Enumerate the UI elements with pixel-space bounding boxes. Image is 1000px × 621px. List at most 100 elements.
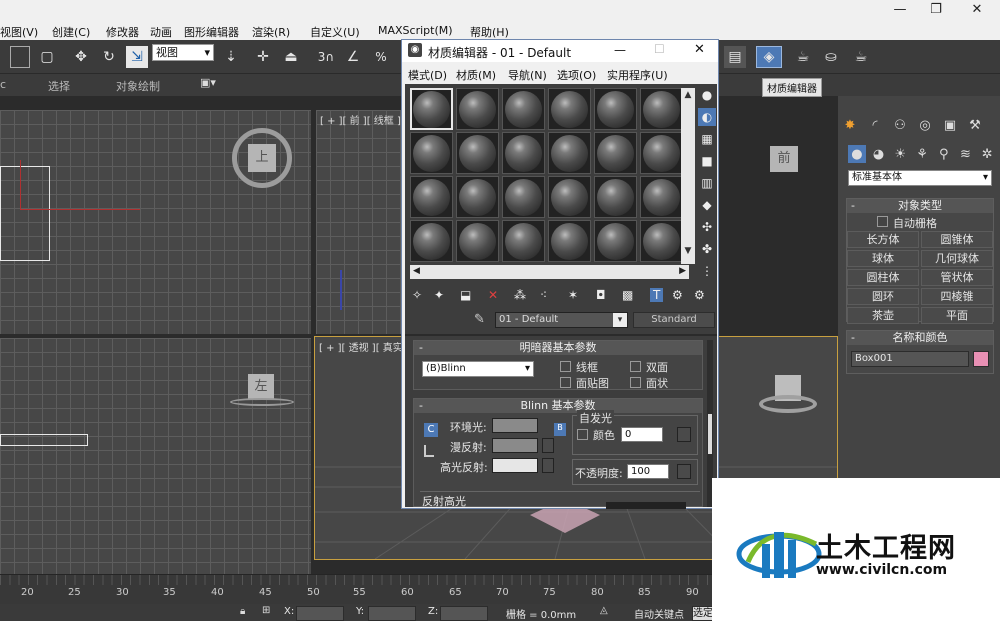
menu-graph-editors[interactable]: 图形编辑器 xyxy=(184,24,239,40)
sample-type-icon[interactable]: ● xyxy=(698,86,716,104)
sample-slot[interactable] xyxy=(594,88,637,130)
rotate-icon[interactable]: ↻ xyxy=(98,46,120,68)
material-id-channel-icon[interactable]: ◘ xyxy=(596,288,606,302)
percent-snap-icon[interactable]: % xyxy=(370,46,392,68)
absolute-mode-icon[interactable]: ⊞ xyxy=(262,605,270,616)
sample-slot[interactable] xyxy=(456,132,499,174)
reference-coord-select[interactable]: 视图 ▾ xyxy=(152,44,214,61)
background-icon[interactable]: ▦ xyxy=(698,130,716,148)
maximize-button[interactable]: ❐ xyxy=(925,2,947,20)
move-icon[interactable]: ✥ xyxy=(70,46,92,68)
menu-utilities[interactable]: 实用程序(U) xyxy=(607,67,668,83)
viewport-front-label[interactable]: [ + ][ 前 ][ 线框 ] xyxy=(320,112,401,127)
ambient-swatch[interactable] xyxy=(492,418,538,433)
diffuse-swatch[interactable] xyxy=(492,438,538,453)
material-editor-icon[interactable]: ◈ xyxy=(756,46,782,68)
menu-modes[interactable]: 模式(D) xyxy=(408,67,447,83)
spacewarps-icon[interactable]: ≋ xyxy=(957,145,975,163)
curve-editor-icon[interactable]: ▤ xyxy=(724,46,746,68)
slots-hscrollbar[interactable]: ◀ ▶ xyxy=(410,265,689,279)
helpers-icon[interactable]: ⚲ xyxy=(935,145,953,163)
video-color-check-icon[interactable]: ▥ xyxy=(698,174,716,192)
faceted-checkbox[interactable] xyxy=(630,377,641,388)
menu-navigation[interactable]: 导航(N) xyxy=(508,67,547,83)
viewcube-front[interactable]: 前 xyxy=(770,146,798,172)
sample-slot[interactable] xyxy=(640,176,683,218)
name-color-header[interactable]: - 名称和颜色 xyxy=(847,331,993,345)
render-setup-icon[interactable]: ☕ xyxy=(792,46,814,68)
lock-ambient-diffuse-icon[interactable]: C xyxy=(424,423,438,437)
create-tab-icon[interactable]: ✸ xyxy=(840,116,860,134)
shapes-icon[interactable]: ◕ xyxy=(870,145,888,163)
select-region-icon[interactable] xyxy=(10,46,30,68)
options-icon[interactable]: ✣ xyxy=(698,218,716,236)
get-material-icon[interactable]: ✧ xyxy=(412,288,422,302)
sample-slot[interactable] xyxy=(456,176,499,218)
sample-slot[interactable] xyxy=(502,88,545,130)
modify-tab-icon[interactable]: ◜ xyxy=(865,116,885,134)
sample-slot[interactable] xyxy=(548,88,591,130)
shader-select[interactable]: (B)Blinn ▾ xyxy=(422,361,534,377)
sample-slot[interactable] xyxy=(548,176,591,218)
sample-slot[interactable] xyxy=(456,88,499,130)
dialog-maximize-icon[interactable]: ☐ xyxy=(654,42,665,56)
sample-slot[interactable] xyxy=(640,132,683,174)
reset-map-icon[interactable]: ✕ xyxy=(488,288,498,302)
show-end-result-icon[interactable]: T xyxy=(650,288,664,302)
show-shaded-icon[interactable]: ▩ xyxy=(622,288,633,302)
close-button[interactable]: ✕ xyxy=(966,2,988,20)
select-manipulate-icon[interactable]: ✛ xyxy=(252,46,274,68)
x-field[interactable] xyxy=(296,606,344,621)
dialog-minimize-icon[interactable]: — xyxy=(614,43,626,57)
sample-slot[interactable] xyxy=(594,220,637,262)
viewport-left[interactable]: 左 xyxy=(0,338,311,574)
autokey-label[interactable]: 自动关键点 xyxy=(634,606,684,621)
ribbon-tab-paint[interactable]: 对象绘制 xyxy=(116,78,160,94)
ribbon-tab-select[interactable]: 选择 xyxy=(48,78,70,94)
menu-view[interactable]: 视图(V) xyxy=(0,24,38,40)
menu-material[interactable]: 材质(M) xyxy=(456,67,496,83)
teapot-button[interactable]: 茶壶 xyxy=(847,307,919,324)
menu-help[interactable]: 帮助(H) xyxy=(470,24,509,40)
make-copy-icon[interactable]: ⁂ xyxy=(514,288,526,302)
y-field[interactable] xyxy=(368,606,416,621)
cameras-icon[interactable]: ⚘ xyxy=(913,145,931,163)
self-illum-spinner[interactable]: 0 xyxy=(621,427,663,442)
motion-tab-icon[interactable]: ◎ xyxy=(915,116,935,134)
object-name-field[interactable]: Box001 xyxy=(851,351,969,367)
utilities-tab-icon[interactable]: ⚒ xyxy=(965,116,985,134)
pyramid-button[interactable]: 四棱锥 xyxy=(921,288,993,305)
tube-button[interactable]: 管状体 xyxy=(921,269,993,286)
snap-3d-icon[interactable]: 3 ∩ xyxy=(314,46,338,68)
make-unique-icon[interactable]: ⁖ xyxy=(540,288,547,302)
material-name-field[interactable]: 01 - Default ▾ xyxy=(495,312,628,328)
menu-maxscript[interactable]: MAXScript(M) xyxy=(378,24,453,37)
viewcube-top[interactable]: 上 xyxy=(248,144,276,172)
make-preview-icon[interactable]: ◆ xyxy=(698,196,716,214)
eyedropper-icon[interactable]: ✎ xyxy=(474,312,485,327)
geosphere-button[interactable]: 几何球体 xyxy=(921,250,993,267)
sample-slot[interactable] xyxy=(502,220,545,262)
object-type-select[interactable]: 标准基本体 ▾ xyxy=(848,170,992,186)
cylinder-button[interactable]: 圆柱体 xyxy=(847,269,919,286)
object-type-header[interactable]: - 对象类型 xyxy=(847,199,993,213)
select-by-material-icon[interactable]: ✤ xyxy=(698,240,716,258)
display-tab-icon[interactable]: ▣ xyxy=(940,116,960,134)
window-crossing-icon[interactable]: ▢ xyxy=(36,46,58,68)
scale-icon[interactable]: ⇲ xyxy=(126,46,148,68)
wire-checkbox[interactable] xyxy=(560,361,571,372)
opacity-map-button[interactable] xyxy=(677,464,691,479)
box-button[interactable]: 长方体 xyxy=(847,231,919,248)
put-to-library-icon[interactable]: ✶ xyxy=(568,288,578,302)
menu-modifiers[interactable]: 修改器 xyxy=(106,24,139,40)
lights-icon[interactable]: ☀ xyxy=(891,145,909,163)
viewport-top[interactable]: 上 xyxy=(0,110,311,334)
sample-slot[interactable] xyxy=(502,176,545,218)
viewcube-left[interactable]: 左 xyxy=(248,374,274,400)
sample-slot[interactable] xyxy=(640,220,683,262)
keyboard-shortcut-icon[interactable]: ⏏ xyxy=(280,46,302,68)
two-sided-checkbox[interactable] xyxy=(630,361,641,372)
sample-slot[interactable] xyxy=(548,220,591,262)
menu-customize[interactable]: 自定义(U) xyxy=(310,24,360,40)
material-type-button[interactable]: Standard xyxy=(633,312,715,328)
